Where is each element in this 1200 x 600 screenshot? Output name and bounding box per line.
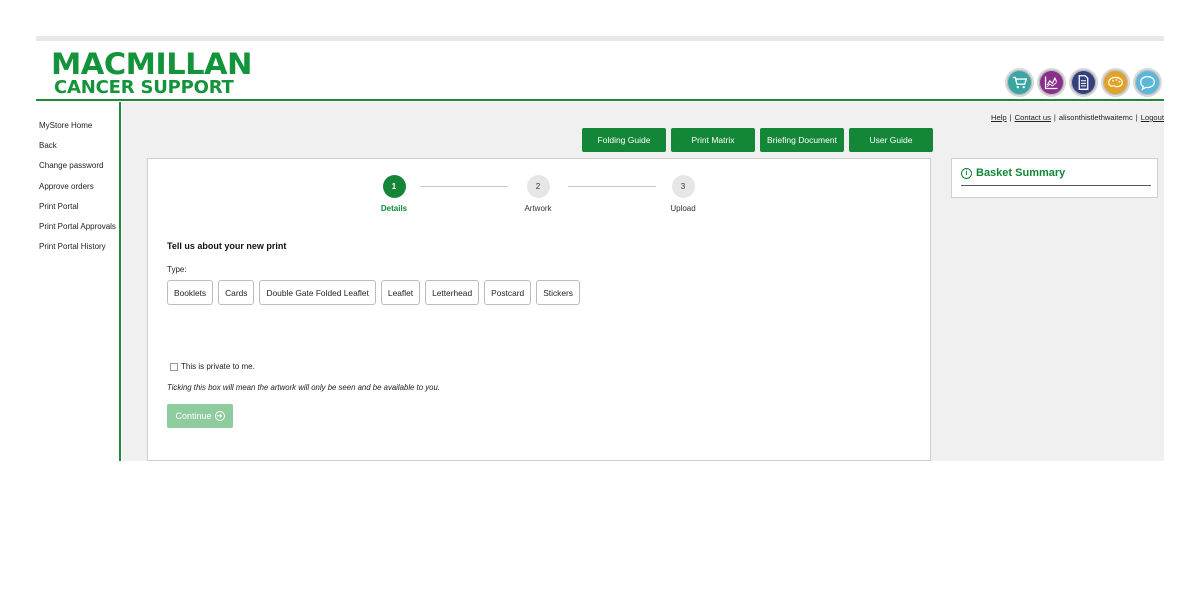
main-content: Help | Contact us | alisonthistlethwaitemc | L…: [122, 102, 1164, 461]
type-postcard-button[interactable]: Postcard: [484, 280, 532, 305]
nav-back[interactable]: Back: [39, 134, 119, 154]
step-connector: [420, 186, 508, 187]
step-number: 1: [382, 175, 406, 198]
step-label: Details: [380, 204, 408, 213]
form-heading: Tell us about your new print: [167, 241, 287, 251]
type-label: Type:: [167, 265, 187, 274]
print-matrix-button[interactable]: Print Matrix: [671, 128, 755, 152]
step-upload: 3 Upload: [653, 175, 713, 213]
sidebar: MyStore Home Back Change password Approv…: [36, 102, 121, 461]
chat-icon[interactable]: [1133, 68, 1162, 97]
type-booklets-button[interactable]: Booklets: [167, 280, 214, 305]
briefing-document-button[interactable]: Briefing Document: [760, 128, 844, 152]
nav-change-password[interactable]: Change password: [39, 154, 119, 174]
type-stickers-button[interactable]: Stickers: [536, 280, 580, 305]
type-leaflet-button[interactable]: Leaflet: [380, 280, 421, 305]
document-icon[interactable]: [1069, 68, 1098, 97]
nav-print-portal[interactable]: Print Portal: [39, 195, 119, 215]
user-guide-button[interactable]: User Guide: [849, 128, 933, 152]
palette-icon[interactable]: [1101, 68, 1130, 97]
guide-buttons: Folding Guide Print Matrix Briefing Docu…: [582, 128, 933, 152]
print-type-options: Booklets Cards Double Gate Folded Leafle…: [167, 280, 580, 305]
private-option: This is private to me.: [170, 362, 255, 371]
header: MACMILLAN CANCER SUPPORT: [36, 41, 1164, 101]
app-frame: MACMILLAN CANCER SUPPORT MyStore Home Ba…: [36, 36, 1164, 461]
type-double-gate-folded-leaflet-button[interactable]: Double Gate Folded Leaflet: [259, 280, 376, 305]
header-icon-bar: [1005, 68, 1162, 97]
step-label: Artwork: [524, 204, 552, 213]
basket-summary-title: i Basket Summary: [961, 167, 1065, 179]
nav-print-portal-history[interactable]: Print Portal History: [39, 235, 119, 255]
chart-icon[interactable]: [1037, 68, 1066, 97]
continue-label: Continue: [175, 411, 212, 421]
logo-line-1: MACMILLAN: [51, 47, 253, 81]
nav-mystore-home[interactable]: MyStore Home: [39, 114, 119, 134]
logo-line-2: CANCER SUPPORT: [54, 77, 234, 98]
logout-link[interactable]: Logout: [1141, 113, 1164, 122]
step-artwork: 2 Artwork: [508, 175, 568, 213]
folding-guide-button[interactable]: Folding Guide: [582, 128, 666, 152]
arrow-right-circle-icon: ➜: [214, 411, 225, 421]
username: alisonthistlethwaitemc: [1058, 113, 1133, 122]
private-checkbox[interactable]: [170, 362, 178, 371]
step-number: 2: [526, 175, 550, 198]
print-details-card: 1 Details 2 Artwork 3 Upload Tell us abo…: [147, 158, 931, 461]
private-checkbox-label: This is private to me.: [181, 362, 255, 371]
step-details: 1 Details: [364, 175, 424, 213]
type-letterhead-button[interactable]: Letterhead: [425, 280, 480, 305]
help-link[interactable]: Help: [991, 113, 1007, 122]
basket-summary-label: Basket Summary: [976, 167, 1066, 179]
divider: [961, 185, 1151, 186]
contact-us-link[interactable]: Contact us: [1015, 113, 1051, 122]
account-links: Help | Contact us | alisonthistlethwaitemc | L…: [991, 113, 1164, 122]
step-connector: [568, 186, 656, 187]
step-number: 3: [671, 175, 695, 198]
basket-summary-panel: i Basket Summary: [951, 158, 1158, 198]
nav-print-portal-approvals[interactable]: Print Portal Approvals: [39, 215, 119, 235]
macmillan-logo[interactable]: MACMILLAN CANCER SUPPORT: [51, 50, 253, 98]
step-label: Upload: [670, 204, 696, 213]
info-icon: i: [961, 167, 972, 179]
private-note: Ticking this box will mean the artwork w…: [167, 383, 440, 392]
continue-button[interactable]: Continue ➜: [167, 404, 233, 428]
basket-icon[interactable]: [1005, 68, 1034, 97]
type-cards-button[interactable]: Cards: [218, 280, 255, 305]
progress-stepper: 1 Details 2 Artwork 3 Upload: [381, 175, 702, 220]
nav-approve-orders[interactable]: Approve orders: [39, 175, 119, 195]
